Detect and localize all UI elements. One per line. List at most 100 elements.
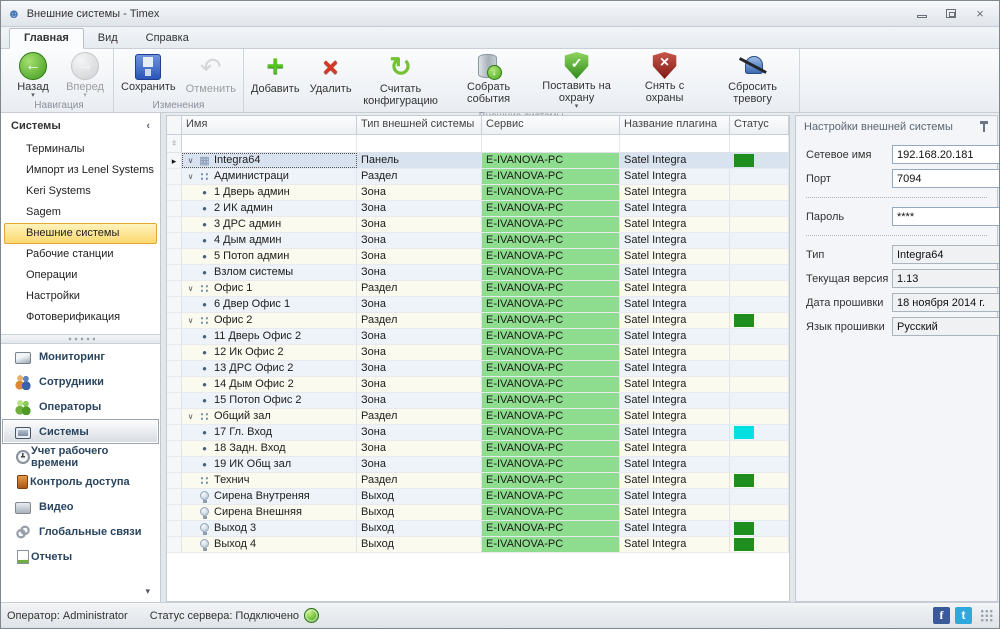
- sidebar-item-1[interactable]: Импорт из Lenel Systems: [4, 160, 157, 181]
- sidebar-splitter[interactable]: [1, 334, 160, 344]
- table-row[interactable]: ●6 Двер Офис 1ЗонаE-IVANOVA-PCSatel Inte…: [167, 297, 789, 313]
- port-field[interactable]: [892, 169, 999, 188]
- sidebar-item-7[interactable]: Настройки: [4, 286, 157, 307]
- collapse-icon[interactable]: ‹: [146, 120, 150, 132]
- expand-chevron-icon[interactable]: ∨: [184, 153, 197, 168]
- collect-button[interactable]: Собрать события: [445, 50, 533, 110]
- column-header-2[interactable]: Сервис: [482, 116, 620, 134]
- name-cell[interactable]: ●15 Потоп Офис 2: [182, 393, 357, 408]
- table-row[interactable]: Выход 4ВыходE-IVANOVA-PCSatel Integra: [167, 537, 789, 553]
- password-field[interactable]: [892, 207, 999, 226]
- table-row[interactable]: ∷ТехничРазделE-IVANOVA-PCSatel Integra: [167, 473, 789, 489]
- table-row[interactable]: ∨∷Общий залРазделE-IVANOVA-PCSatel Integ…: [167, 409, 789, 425]
- resize-grip[interactable]: [980, 609, 993, 622]
- sidebar-item-reports[interactable]: Отчеты: [2, 544, 159, 569]
- sidebar-item-4[interactable]: Внешние системы: [4, 223, 157, 244]
- disarm-button[interactable]: Снять с охраны: [621, 50, 709, 110]
- filter-cell-name[interactable]: [182, 135, 357, 152]
- sidebar-item-systems[interactable]: Системы: [2, 419, 159, 444]
- column-header-4[interactable]: Статус: [730, 116, 789, 134]
- sidebar-item-8[interactable]: Фотоверификация: [4, 307, 157, 328]
- table-row[interactable]: ●3 ДРС админЗонаE-IVANOVA-PCSatel Integr…: [167, 217, 789, 233]
- sidebar-item-operators[interactable]: Операторы: [2, 394, 159, 419]
- sidebar-overflow-button[interactable]: ▾: [1, 586, 160, 602]
- sidebar-item-monitoring[interactable]: Мониторинг: [2, 344, 159, 369]
- arm-button[interactable]: Поставить на охрану▾: [533, 50, 621, 110]
- delete-button[interactable]: ×Удалить: [305, 50, 357, 110]
- name-cell[interactable]: ●Взлом системы: [182, 265, 357, 280]
- table-row[interactable]: Выход 3ВыходE-IVANOVA-PCSatel Integra: [167, 521, 789, 537]
- table-row[interactable]: ●4 Дым админЗонаE-IVANOVA-PCSatel Integr…: [167, 233, 789, 249]
- sidebar-item-0[interactable]: Терминалы: [4, 139, 157, 160]
- sidebar-item-employees[interactable]: Сотрудники: [2, 369, 159, 394]
- table-row[interactable]: ●1 Дверь админЗонаE-IVANOVA-PCSatel Inte…: [167, 185, 789, 201]
- name-cell[interactable]: ●14 Дым Офис 2: [182, 377, 357, 392]
- table-row[interactable]: ●15 Потоп Офис 2ЗонаE-IVANOVA-PCSatel In…: [167, 393, 789, 409]
- sidebar-item-5[interactable]: Рабочие станции: [4, 244, 157, 265]
- name-cell[interactable]: ●4 Дым админ: [182, 233, 357, 248]
- name-cell[interactable]: ∨▦Integra64: [182, 153, 357, 168]
- expand-chevron-icon[interactable]: ∨: [184, 313, 197, 328]
- name-cell[interactable]: Выход 4: [182, 537, 357, 552]
- name-cell[interactable]: ∨∷Администраци: [182, 169, 357, 184]
- name-cell[interactable]: ●5 Потоп админ: [182, 249, 357, 264]
- minimize-button[interactable]: [909, 5, 935, 22]
- column-header-0[interactable]: Имя: [182, 116, 357, 134]
- table-row[interactable]: Сирена ВнешняяВыходE-IVANOVA-PCSatel Int…: [167, 505, 789, 521]
- expand-chevron-icon[interactable]: ∨: [184, 409, 197, 424]
- table-row[interactable]: ●2 ИК админЗонаE-IVANOVA-PCSatel Integra: [167, 201, 789, 217]
- name-cell[interactable]: ●17 Гл. Вход: [182, 425, 357, 440]
- grid-filter-row[interactable]: ♀: [167, 135, 789, 153]
- name-cell[interactable]: ●19 ИК Общ зал: [182, 457, 357, 472]
- filter-cell-service[interactable]: [482, 135, 620, 152]
- name-cell[interactable]: ●18 Задн. Вход: [182, 441, 357, 456]
- twitter-icon[interactable]: t: [955, 607, 972, 624]
- add-button[interactable]: +Добавить: [246, 50, 305, 110]
- table-row[interactable]: ●14 Дым Офис 2ЗонаE-IVANOVA-PCSatel Inte…: [167, 377, 789, 393]
- name-cell[interactable]: ∨∷Офис 1: [182, 281, 357, 296]
- table-row[interactable]: ∨∷АдминистрациРазделE-IVANOVA-PCSatel In…: [167, 169, 789, 185]
- ribbon-tab-1[interactable]: Вид: [84, 29, 132, 48]
- name-cell[interactable]: ●6 Двер Офис 1: [182, 297, 357, 312]
- name-cell[interactable]: Выход 3: [182, 521, 357, 536]
- name-cell[interactable]: ●3 ДРС админ: [182, 217, 357, 232]
- ribbon-tab-2[interactable]: Справка: [132, 29, 203, 48]
- table-row[interactable]: ●17 Гл. ВходЗонаE-IVANOVA-PCSatel Integr…: [167, 425, 789, 441]
- name-cell[interactable]: Сирена Внешняя: [182, 505, 357, 520]
- name-cell[interactable]: ∨∷Офис 2: [182, 313, 357, 328]
- table-row[interactable]: ∨∷Офис 2РазделE-IVANOVA-PCSatel Integra: [167, 313, 789, 329]
- name-cell[interactable]: ●1 Дверь админ: [182, 185, 357, 200]
- name-cell[interactable]: ●2 ИК админ: [182, 201, 357, 216]
- forward-button[interactable]: →Вперед▾: [59, 50, 111, 99]
- table-row[interactable]: ●11 Дверь Офис 2ЗонаE-IVANOVA-PCSatel In…: [167, 329, 789, 345]
- column-header-1[interactable]: Тип внешней системы: [357, 116, 482, 134]
- refresh-button[interactable]: ↻Считать конфигурацию: [357, 50, 445, 110]
- filter-cell-status[interactable]: [730, 135, 789, 152]
- close-button[interactable]: ×: [967, 5, 993, 22]
- name-cell[interactable]: ●13 ДРС Офис 2: [182, 361, 357, 376]
- facebook-icon[interactable]: f: [933, 607, 950, 624]
- alarm-button[interactable]: Сбросить тревогу: [709, 50, 797, 110]
- table-row[interactable]: ●12 Ик Офис 2ЗонаE-IVANOVA-PCSatel Integ…: [167, 345, 789, 361]
- netname-field[interactable]: [892, 145, 999, 164]
- table-row[interactable]: ●5 Потоп админЗонаE-IVANOVA-PCSatel Inte…: [167, 249, 789, 265]
- column-header-3[interactable]: Название плагина: [620, 116, 730, 134]
- sidebar-item-6[interactable]: Операции: [4, 265, 157, 286]
- name-cell[interactable]: Сирена Внутреняя: [182, 489, 357, 504]
- ribbon-tab-0[interactable]: Главная: [9, 28, 84, 49]
- table-row[interactable]: ▸∨▦Integra64ПанельE-IVANOVA-PCSatel Inte…: [167, 153, 789, 169]
- table-row[interactable]: Сирена ВнутреняяВыходE-IVANOVA-PCSatel I…: [167, 489, 789, 505]
- name-cell[interactable]: ∷Технич: [182, 473, 357, 488]
- expand-chevron-icon[interactable]: ∨: [184, 169, 197, 184]
- table-row[interactable]: ●Взлом системыЗонаE-IVANOVA-PCSatel Inte…: [167, 265, 789, 281]
- table-row[interactable]: ∨∷Офис 1РазделE-IVANOVA-PCSatel Integra: [167, 281, 789, 297]
- sidebar-item-video[interactable]: Видео: [2, 494, 159, 519]
- sidebar-item-links[interactable]: Глобальные связи: [2, 519, 159, 544]
- expand-chevron-icon[interactable]: ∨: [184, 281, 197, 296]
- name-cell[interactable]: ∨∷Общий зал: [182, 409, 357, 424]
- filter-cell-plugin[interactable]: [620, 135, 730, 152]
- sidebar-item-access[interactable]: Контроль доступа: [2, 469, 159, 494]
- filter-cell-type[interactable]: [357, 135, 482, 152]
- back-button[interactable]: ←Назад▾: [7, 50, 59, 99]
- name-cell[interactable]: ●11 Дверь Офис 2: [182, 329, 357, 344]
